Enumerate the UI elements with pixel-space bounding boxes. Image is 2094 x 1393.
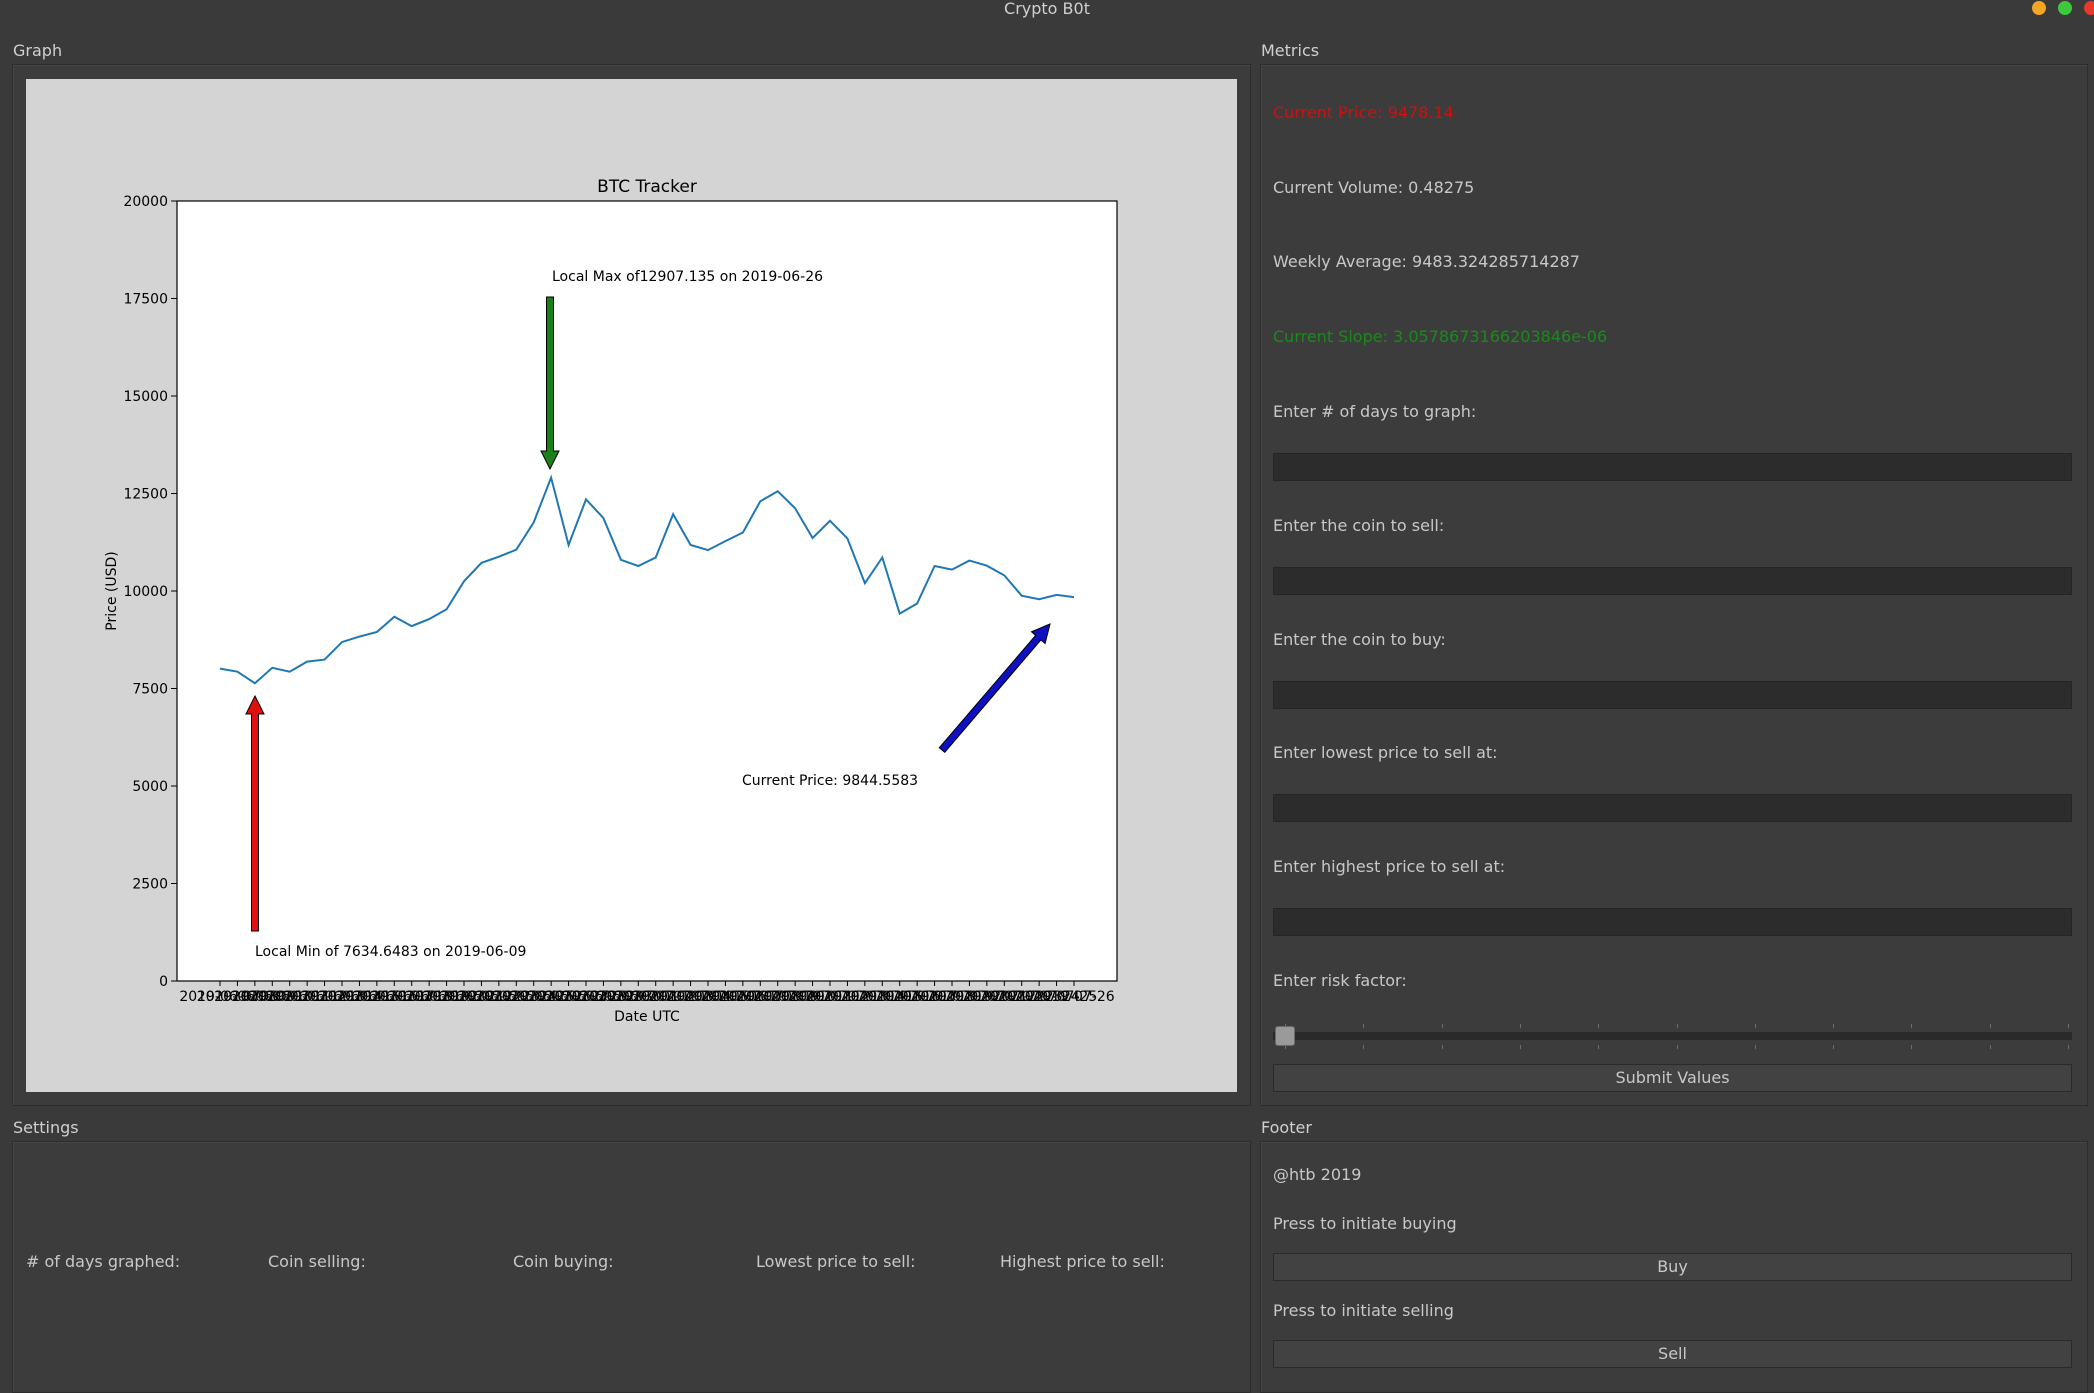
minimize-icon[interactable] <box>2031 1 2046 15</box>
slider-tick <box>2068 1024 2069 1028</box>
slider-tick <box>1363 1045 1364 1049</box>
slider-tick <box>1911 1045 1912 1049</box>
sell-coin-input[interactable] <box>1273 567 2072 595</box>
weekly-average-text: Weekly Average: 9483.324285714287 <box>1273 252 1580 271</box>
coin-selling-label: Coin selling: <box>268 1252 366 1271</box>
maximize-icon[interactable] <box>2057 1 2072 15</box>
slider-tick <box>1755 1045 1756 1049</box>
buy-coin-label: Enter the coin to buy: <box>1273 630 1446 649</box>
slider-tick <box>1520 1045 1521 1049</box>
lowest-price-setting-label: Lowest price to sell: <box>756 1252 916 1271</box>
title-bar: Crypto B0t <box>0 0 2094 20</box>
y-tick-label: 5000 <box>132 779 168 795</box>
current-price-text: Current Price: 9478.14 <box>1273 103 1454 122</box>
slider-tick <box>1598 1045 1599 1049</box>
highest-price-label: Enter highest price to sell at: <box>1273 857 1506 876</box>
slider-tick <box>1442 1045 1443 1049</box>
chart-title: BTC Tracker <box>597 177 697 197</box>
y-tick-label: 15000 <box>123 389 168 405</box>
risk-slider-handle[interactable] <box>1275 1026 1295 1046</box>
slider-tick <box>1442 1024 1443 1028</box>
buy-button[interactable]: Buy <box>1273 1253 2072 1281</box>
plot-area <box>176 200 1118 982</box>
slider-tick <box>2068 1045 2069 1049</box>
copyright-text: @htb 2019 <box>1273 1165 1362 1184</box>
slider-tick <box>1598 1024 1599 1028</box>
sell-prompt-text: Press to initiate selling <box>1273 1301 1454 1320</box>
y-tick-label: 2500 <box>132 877 168 893</box>
metrics-group-title: Metrics <box>1261 41 1320 60</box>
current-volume-text: Current Volume: 0.48275 <box>1273 178 1475 197</box>
graph-group-title: Graph <box>13 41 63 60</box>
y-axis-ticks: 0 2500 5000 7500 10000 12500 15000 17500 20000 <box>123 194 177 990</box>
highest-price-input[interactable] <box>1273 908 2072 936</box>
slider-tick <box>1990 1045 1991 1049</box>
slider-tick <box>1833 1024 1834 1028</box>
settings-group-title: Settings <box>13 1118 79 1137</box>
days-graphed-label: # of days graphed: <box>26 1252 181 1271</box>
local-min-annotation: Local Min of 7634.6483 on 2019-06-09 <box>255 944 526 960</box>
sell-coin-label: Enter the coin to sell: <box>1273 516 1445 535</box>
btc-chart: BTC Tracker Date UTC Price (USD) 0 2500 50… <box>104 177 1118 1025</box>
window-controls <box>2025 1 2094 15</box>
window-title: Crypto B0t <box>1004 0 1090 18</box>
y-tick-label: 12500 <box>123 487 168 503</box>
slider-tick <box>1677 1045 1678 1049</box>
slider-tick <box>1990 1024 1991 1028</box>
risk-slider-track[interactable] <box>1273 1032 2072 1040</box>
current-price-annotation: Current Price: 9844.5583 <box>742 773 918 789</box>
submit-values-button[interactable]: Submit Values <box>1273 1064 2072 1092</box>
footer-group-title: Footer <box>1261 1118 1312 1137</box>
current-slope-text: Current Slope: 3.0578673166203846e-06 <box>1273 327 1608 346</box>
slider-tick <box>1755 1024 1756 1028</box>
slider-tick <box>1363 1024 1364 1028</box>
x-axis-ticks: 2019-06-072019-06-082019-06-092019-06-10… <box>179 981 1115 1005</box>
highest-price-setting-label: Highest price to sell: <box>1000 1252 1165 1271</box>
lowest-price-label: Enter lowest price to sell at: <box>1273 743 1498 762</box>
risk-factor-label: Enter risk factor: <box>1273 971 1407 990</box>
days-input[interactable] <box>1273 453 2072 481</box>
coin-buying-label: Coin buying: <box>513 1252 614 1271</box>
buy-coin-input[interactable] <box>1273 681 2072 709</box>
buy-prompt-text: Press to initiate buying <box>1273 1214 1457 1233</box>
y-tick-label: 10000 <box>123 584 168 600</box>
x-axis-label: Date UTC <box>614 1009 680 1025</box>
x-tick-label: 2019-07-26 <box>1033 989 1114 1005</box>
graph-canvas: BTC Tracker Date UTC Price (USD) 0 2500 50… <box>26 79 1237 1092</box>
sell-button[interactable]: Sell <box>1273 1340 2072 1368</box>
y-tick-label: 17500 <box>123 292 168 308</box>
slider-tick <box>1677 1024 1678 1028</box>
lowest-price-input[interactable] <box>1273 794 2072 822</box>
slider-tick <box>1911 1024 1912 1028</box>
y-tick-label: 20000 <box>123 194 168 210</box>
close-icon[interactable] <box>2084 1 2094 15</box>
y-tick-label: 0 <box>159 974 168 990</box>
y-axis-label: Price (USD) <box>104 551 120 630</box>
slider-tick <box>1520 1024 1521 1028</box>
slider-tick <box>1833 1045 1834 1049</box>
local-max-annotation: Local Max of12907.135 on 2019-06-26 <box>552 269 823 285</box>
y-tick-label: 7500 <box>132 682 168 698</box>
days-label: Enter # of days to graph: <box>1273 402 1477 421</box>
